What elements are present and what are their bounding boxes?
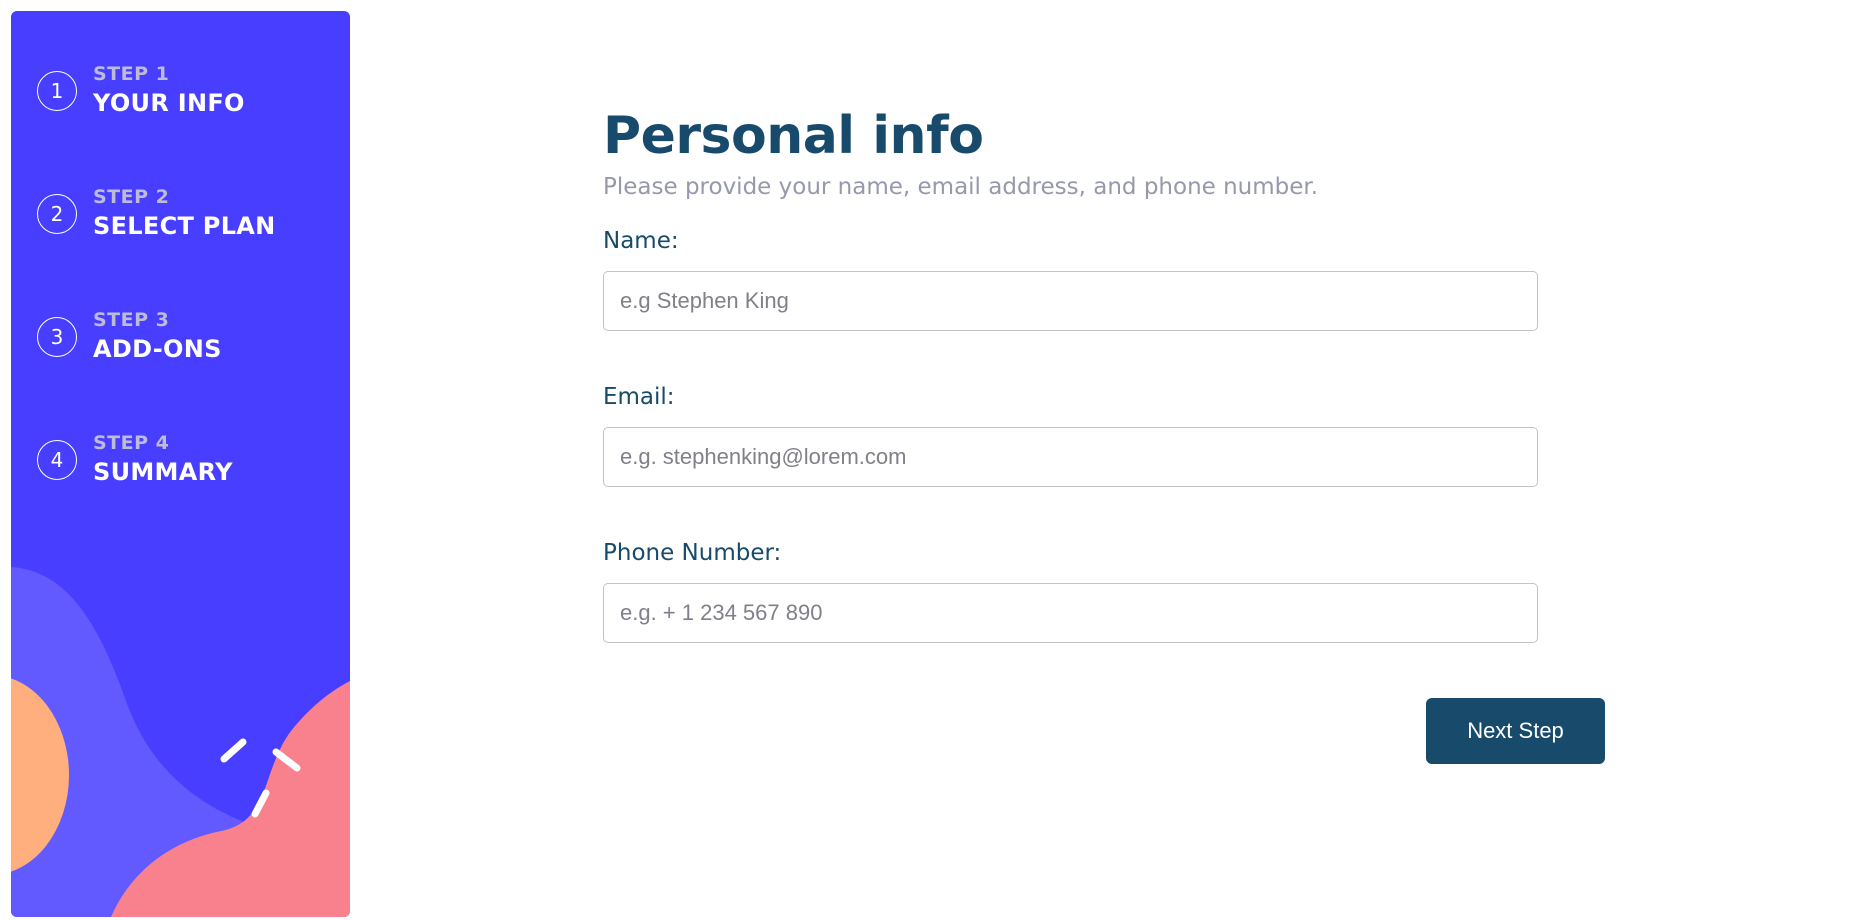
sidebar: 1 STEP 1 YOUR INFO 2 STEP 2 SELECT PLAN … bbox=[11, 11, 350, 917]
email-label: Email: bbox=[603, 384, 675, 410]
step-number-circle: 1 bbox=[37, 71, 77, 111]
next-step-button[interactable]: Next Step bbox=[1426, 698, 1605, 764]
page-title: Personal info bbox=[603, 106, 984, 166]
step-label: STEP 1 bbox=[93, 63, 170, 85]
step-title: SELECT PLAN bbox=[93, 212, 276, 240]
step-title: ADD-ONS bbox=[93, 335, 222, 363]
main-content: Personal info Please provide your name, … bbox=[603, 0, 1605, 920]
phone-input[interactable] bbox=[603, 583, 1538, 643]
step-title: SUMMARY bbox=[93, 458, 233, 486]
step-number-circle: 3 bbox=[37, 317, 77, 357]
page: 1 STEP 1 YOUR INFO 2 STEP 2 SELECT PLAN … bbox=[0, 0, 1862, 920]
name-input[interactable] bbox=[603, 271, 1538, 331]
step-3[interactable]: 3 STEP 3 ADD-ONS bbox=[37, 309, 222, 365]
step-4[interactable]: 4 STEP 4 SUMMARY bbox=[37, 432, 233, 488]
step-label: STEP 3 bbox=[93, 309, 170, 331]
sparkle-line-1 bbox=[220, 738, 247, 763]
step-text: STEP 1 YOUR INFO bbox=[93, 63, 245, 119]
step-2[interactable]: 2 STEP 2 SELECT PLAN bbox=[37, 186, 276, 242]
email-input[interactable] bbox=[603, 427, 1538, 487]
step-text: STEP 4 SUMMARY bbox=[93, 432, 233, 488]
page-subtitle: Please provide your name, email address,… bbox=[603, 174, 1319, 200]
step-label: STEP 2 bbox=[93, 186, 170, 208]
step-text: STEP 2 SELECT PLAN bbox=[93, 186, 276, 242]
step-title: YOUR INFO bbox=[93, 89, 245, 117]
name-label: Name: bbox=[603, 228, 679, 254]
step-number-circle: 4 bbox=[37, 440, 77, 480]
phone-label: Phone Number: bbox=[603, 540, 782, 566]
step-text: STEP 3 ADD-ONS bbox=[93, 309, 222, 365]
step-number-circle: 2 bbox=[37, 194, 77, 234]
step-label: STEP 4 bbox=[93, 432, 170, 454]
step-1[interactable]: 1 STEP 1 YOUR INFO bbox=[37, 63, 245, 119]
